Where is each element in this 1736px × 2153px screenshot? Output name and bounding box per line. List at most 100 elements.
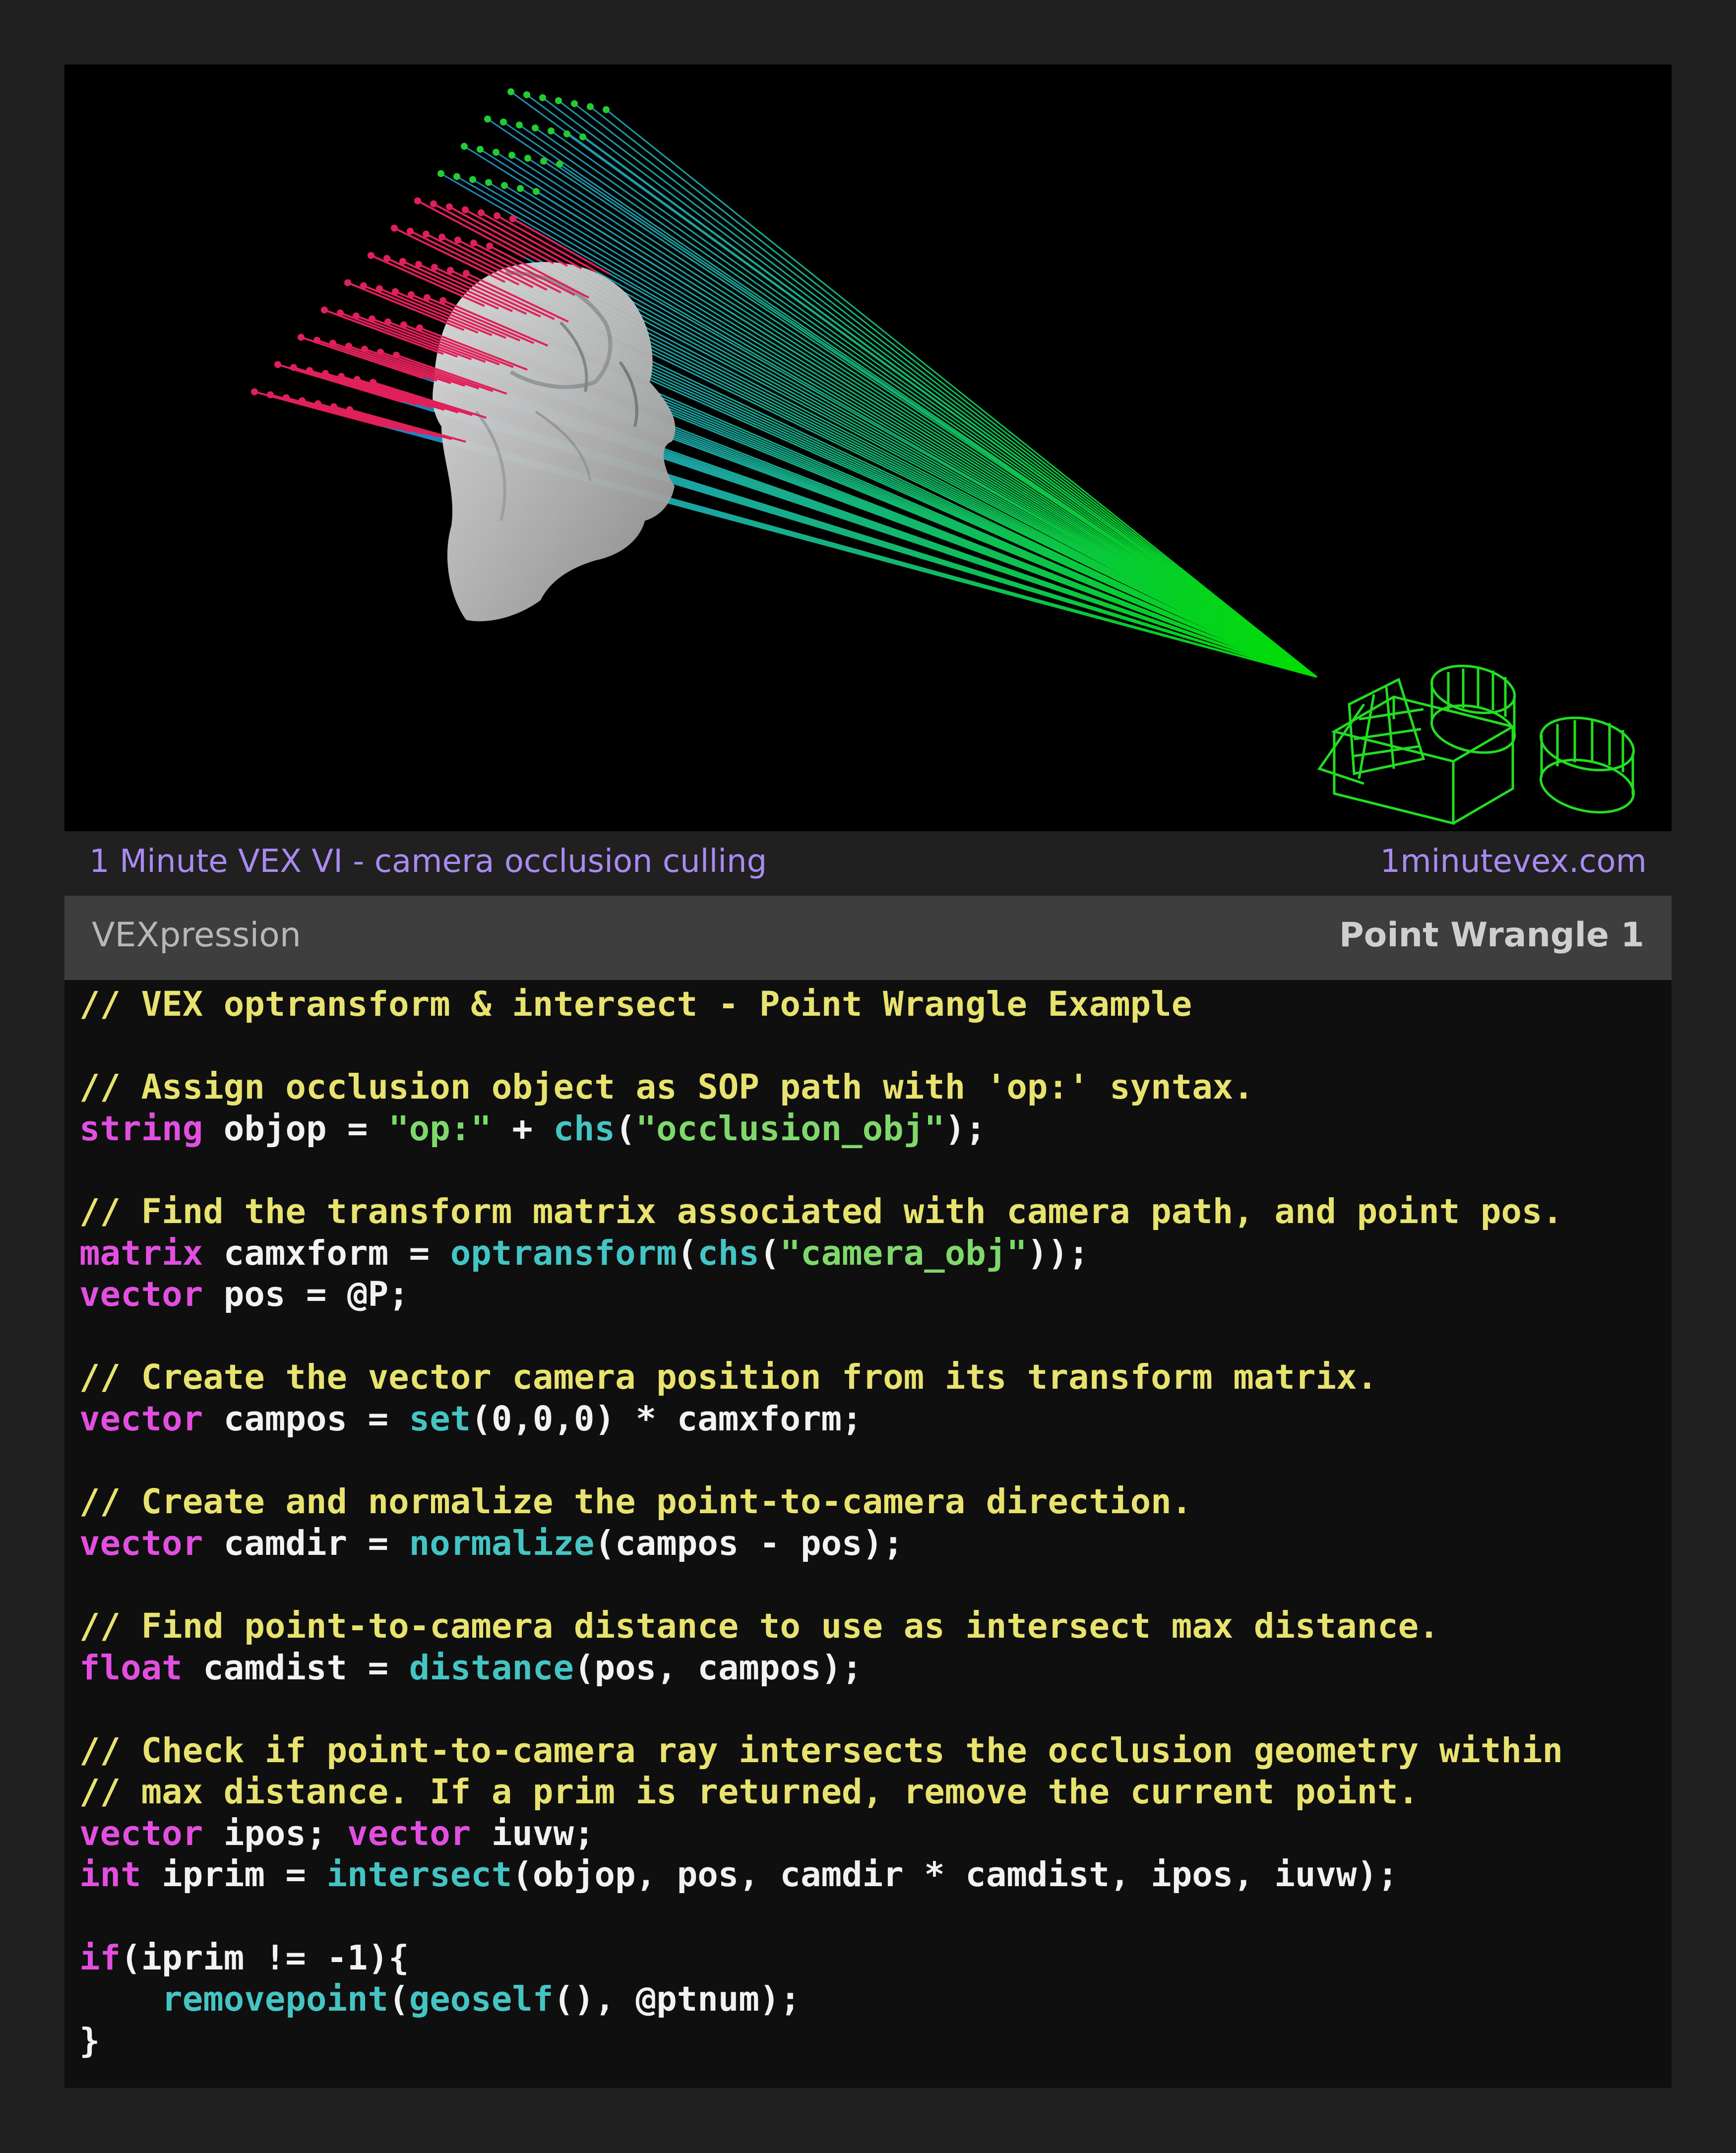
code-token: iuvw;	[471, 1813, 595, 1853]
code-token: (objop, pos, camdir * camdist, ipos, iuv…	[512, 1855, 1398, 1895]
grid-point	[603, 106, 610, 113]
grid-point	[494, 212, 500, 219]
grid-point	[437, 170, 444, 177]
code-token: vector	[347, 1813, 471, 1853]
grid-point	[369, 315, 375, 322]
code-token: );	[944, 1108, 986, 1149]
grid-point	[486, 243, 493, 249]
camera-ray	[582, 136, 1317, 678]
grid-point	[493, 149, 499, 156]
grid-point	[346, 406, 353, 413]
grid-point	[470, 240, 477, 246]
grid-point	[399, 258, 406, 265]
code-token: (	[677, 1233, 698, 1273]
grid-point	[400, 321, 407, 328]
grid-point	[306, 367, 313, 374]
grid-point	[563, 130, 570, 137]
occluded-ray	[270, 394, 396, 430]
viewport[interactable]	[64, 64, 1672, 831]
editor-header: VEXpression Point Wrangle 1	[64, 896, 1672, 980]
code-token: (	[759, 1233, 780, 1273]
code-line: // Find point-to-camera distance to use …	[79, 1606, 1563, 1648]
code-line: // VEX optransform & intersect - Point W…	[79, 984, 1563, 1026]
grid-point	[408, 291, 415, 298]
grid-point	[532, 124, 539, 131]
code-token: vector	[79, 1523, 203, 1563]
code-token: geoself	[409, 1979, 554, 2020]
grid-point	[376, 285, 383, 292]
code-text[interactable]: // VEX optransform & intersect - Point W…	[79, 984, 1563, 2062]
code-token: // VEX optransform & intersect - Point W…	[79, 984, 1192, 1024]
grid-point	[321, 307, 328, 313]
grid-point	[509, 215, 516, 222]
code-line: matrix camxform = optransform(chs("camer…	[79, 1233, 1563, 1275]
grid-point	[485, 179, 492, 186]
grid-point	[587, 103, 594, 110]
code-token: camxform =	[203, 1233, 450, 1273]
grid-point	[548, 127, 555, 134]
code-token: string	[79, 1108, 203, 1149]
code-token: vector	[79, 1399, 203, 1439]
node-name-label: Point Wrangle 1	[1339, 916, 1644, 955]
grid-point	[274, 361, 281, 368]
grid-point	[439, 297, 446, 304]
grid-point	[370, 379, 376, 386]
grid-point	[461, 143, 468, 150]
occluded-ray	[277, 364, 403, 403]
grid-point	[477, 146, 484, 153]
code-token: ));	[1027, 1233, 1089, 1273]
code-line: // max distance. If a prim is returned, …	[79, 1772, 1563, 1813]
code-token: optransform	[450, 1233, 677, 1273]
grid-point	[507, 88, 514, 95]
grid-point	[392, 288, 399, 295]
code-line: vector ipos; vector iuvw;	[79, 1813, 1563, 1855]
grid-point	[484, 116, 491, 123]
camera-wireframe-icon	[1317, 665, 1635, 825]
grid-point	[337, 309, 344, 316]
grid-point	[539, 94, 546, 101]
code-token: float	[79, 1648, 183, 1688]
occluded-ray	[254, 391, 382, 427]
grid-point	[500, 119, 507, 125]
grid-point	[391, 225, 398, 232]
code-line: // Create the vector camera position fro…	[79, 1357, 1563, 1399]
code-token: ipos;	[203, 1813, 348, 1853]
code-token: // Create and normalize the point-to-cam…	[79, 1482, 1192, 1522]
code-token: distance	[409, 1648, 574, 1688]
code-line: // Create and normalize the point-to-cam…	[79, 1481, 1563, 1523]
code-token: +	[491, 1108, 554, 1149]
code-line: // Check if point-to-camera ray intersec…	[79, 1730, 1563, 1772]
grid-point	[384, 318, 391, 325]
grid-point	[383, 255, 390, 262]
code-line: vector pos = @P;	[79, 1274, 1563, 1316]
occluded-ray	[316, 339, 437, 382]
camera-ray	[558, 100, 1317, 678]
grid-point	[556, 161, 563, 168]
code-token: "occlusion_obj"	[635, 1108, 945, 1149]
grid-point	[463, 270, 470, 277]
code-token: camdir =	[203, 1523, 409, 1563]
website-link[interactable]: 1minutevex.com	[1380, 843, 1647, 880]
camera-rays	[254, 200, 1317, 678]
grid-point	[416, 324, 423, 331]
code-line: int iprim = intersect(objop, pos, camdir…	[79, 1854, 1563, 1896]
editor-title: VEXpression	[92, 916, 301, 955]
code-token: vector	[79, 1813, 203, 1853]
caption-bar: 1 Minute VEX VI - camera occlusion culli…	[64, 831, 1672, 896]
code-editor[interactable]: // VEX optransform & intersect - Point W…	[64, 980, 1672, 2088]
grid-point	[446, 203, 453, 210]
grid-point	[508, 152, 515, 159]
grid-point	[478, 209, 485, 216]
grid-point	[423, 231, 430, 238]
grid-point	[454, 237, 461, 244]
code-token: // Check if point-to-camera ray intersec…	[79, 1730, 1563, 1771]
grid-point	[430, 200, 437, 207]
grid-point	[361, 346, 368, 353]
grid-point	[431, 264, 438, 271]
code-token: removepoint	[162, 1979, 389, 2020]
code-token: objop =	[203, 1108, 389, 1149]
